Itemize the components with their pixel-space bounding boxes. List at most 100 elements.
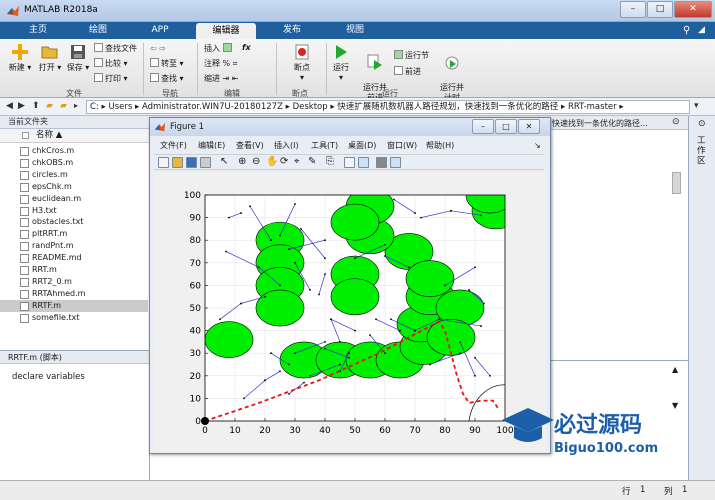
file-row[interactable]: README.md (0, 252, 148, 264)
rotate-icon[interactable]: ⟳ (280, 157, 291, 168)
hide-plot-tools-icon[interactable] (376, 157, 387, 168)
indent-button[interactable]: 缩进 ⇥ ⇤ (204, 73, 239, 84)
x-tick-label: 10 (229, 426, 241, 436)
file-row[interactable]: RRT.m (0, 264, 148, 276)
find-files-button[interactable]: 查找文件 (94, 43, 137, 54)
print-figure-icon[interactable] (200, 157, 211, 168)
group-separator (276, 43, 277, 95)
data-cursor-icon[interactable]: ⌖ (294, 157, 305, 168)
figure-menu-insert[interactable]: 插入(I) (274, 139, 299, 152)
open-button[interactable]: 打开 ▾ (36, 43, 64, 73)
path-segment[interactable]: C: (90, 102, 99, 112)
file-row[interactable]: circles.m (0, 169, 148, 181)
tab-view[interactable]: 视图 (325, 22, 385, 39)
open-file-icon[interactable] (172, 157, 183, 168)
advance-button[interactable]: 前进 (394, 66, 421, 77)
checkbox-icon (22, 132, 29, 139)
browse-folder-icon[interactable]: ▰ (60, 101, 67, 111)
save-figure-icon[interactable] (186, 157, 197, 168)
new-figure-icon[interactable] (158, 157, 169, 168)
file-icon (20, 170, 29, 180)
figure-menu-tools[interactable]: 工具(T) (311, 139, 338, 152)
figure-menu-edit[interactable]: 编辑(E) (198, 139, 225, 152)
legend-icon[interactable] (358, 157, 369, 168)
editor-menu-icon[interactable]: ⊙ (672, 117, 680, 127)
figure-menu-desktop[interactable]: 桌面(D) (348, 139, 376, 152)
run-section-button[interactable]: 运行节 (394, 50, 429, 61)
current-path[interactable]: C: ▸ Users ▸ Administrator.WIN7U-2018012… (86, 100, 690, 114)
figure-title-bar[interactable]: Figure 1 – □ ✕ (150, 118, 550, 136)
name-column-header[interactable]: 名称 ▲ (0, 129, 150, 143)
fx-button[interactable]: fx (242, 42, 251, 53)
bell-icon[interactable]: ◢ (698, 25, 705, 35)
back-icon[interactable]: ◀ (6, 101, 13, 111)
nav-arrows[interactable]: ⇦ ⇨ (150, 43, 166, 54)
figure-menu-file[interactable]: 文件(F) (160, 139, 187, 152)
new-button[interactable]: 新建 ▾ (6, 43, 34, 73)
path-segment[interactable]: Desktop (293, 102, 328, 112)
file-row[interactable]: somefile.txt (0, 312, 148, 324)
figure-menu-window[interactable]: 窗口(W) (387, 139, 417, 152)
file-row[interactable]: randPnt.m (0, 240, 148, 252)
compare-button[interactable]: 比较 ▾ (94, 58, 128, 69)
close-button[interactable]: ✕ (674, 1, 712, 18)
tab-plots[interactable]: 绘图 (68, 22, 128, 39)
file-row[interactable]: obstacles.txt (0, 216, 148, 228)
forward-icon[interactable]: ▶ (18, 101, 25, 111)
figure-minimize-button[interactable]: – (472, 119, 494, 134)
path-segment[interactable]: Administrator.WIN7U-20180127Z (142, 102, 283, 112)
file-row[interactable]: euclidean.m (0, 193, 148, 205)
find-button[interactable]: 查找 ▾ (150, 73, 184, 84)
figure-close-button[interactable]: ✕ (518, 119, 540, 134)
path-segment[interactable]: 快速扩展随机数机器人路径规划，快速找到一条优化的路径 (337, 102, 558, 112)
comment-button[interactable]: 注释 % ⌗ (204, 58, 237, 69)
tab-home[interactable]: 主页 (8, 22, 68, 39)
pan-hand-icon[interactable]: ✋ (266, 157, 278, 168)
panel-menu-icon[interactable]: ⊙ (698, 119, 706, 129)
path-dropdown-icon[interactable]: ▾ (694, 101, 699, 111)
file-row[interactable]: pltRRT.m (0, 228, 148, 240)
file-row[interactable]: chkOBS.m (0, 157, 148, 169)
show-plot-tools-icon[interactable] (390, 157, 401, 168)
file-row[interactable]: chkCros.m (0, 145, 148, 157)
goto-button[interactable]: 转至 ▾ (150, 58, 184, 69)
zoom-in-icon[interactable]: ⊕ (238, 157, 249, 168)
path-segment[interactable]: RRT-master (568, 102, 617, 112)
file-row[interactable]: RRTAhmed.m (0, 288, 148, 300)
maximize-button[interactable]: □ (647, 1, 673, 18)
run-section-label: 运行节 (405, 51, 429, 60)
cmd-scroll-up-icon[interactable]: ▲ (672, 365, 678, 374)
file-row[interactable]: RRT2_0.m (0, 276, 148, 288)
figure-menu-view[interactable]: 查看(V) (236, 139, 264, 152)
figure-maximize-button[interactable]: □ (495, 119, 517, 134)
tab-editor[interactable]: 编辑器 (196, 23, 256, 39)
breakpoints-button[interactable]: 断点 ▾ (286, 43, 318, 83)
run-time-button[interactable]: 运行并 计时 (437, 43, 467, 103)
folder-icon[interactable]: ▰ (46, 101, 53, 111)
run-button[interactable]: 运行 ▾ (330, 43, 352, 83)
tab-publish[interactable]: 发布 (262, 22, 322, 39)
path-segment[interactable]: Users (108, 102, 132, 112)
insert-button[interactable]: 插入 (204, 43, 234, 54)
print-button[interactable]: 打印 ▾ (94, 73, 128, 84)
breakpoints-label: 断点 (294, 63, 310, 72)
indent-label: 缩进 (204, 74, 220, 83)
brush-icon[interactable]: ✎ (308, 157, 319, 168)
zoom-out-icon[interactable]: ⊖ (252, 157, 263, 168)
figure-menu-help[interactable]: 帮助(H) (426, 139, 454, 152)
file-row[interactable]: RRTF.m (0, 299, 148, 312)
figure-menu-dock-icon[interactable]: ↘ (534, 139, 541, 152)
workspace-strip[interactable]: ⊙ 工作区 (688, 116, 715, 480)
file-row[interactable]: H3.txt (0, 205, 148, 217)
up-folder-icon[interactable]: ⬆ (32, 101, 40, 111)
figure-toolbar: ↖ ⊕ ⊖ ✋ ⟳ ⌖ ✎ ⎘ (154, 154, 544, 170)
save-button[interactable]: 保存 ▾ (64, 43, 92, 73)
editor-scrollbar[interactable] (672, 172, 681, 194)
pointer-icon[interactable]: ↖ (220, 157, 231, 168)
search-icon[interactable]: ⚲ (683, 25, 690, 36)
colorbar-icon[interactable] (344, 157, 355, 168)
file-row[interactable]: epsChk.m (0, 181, 148, 193)
tab-apps[interactable]: APP (130, 22, 190, 39)
minimize-button[interactable]: – (620, 1, 646, 18)
link-icon[interactable]: ⎘ (326, 157, 337, 168)
